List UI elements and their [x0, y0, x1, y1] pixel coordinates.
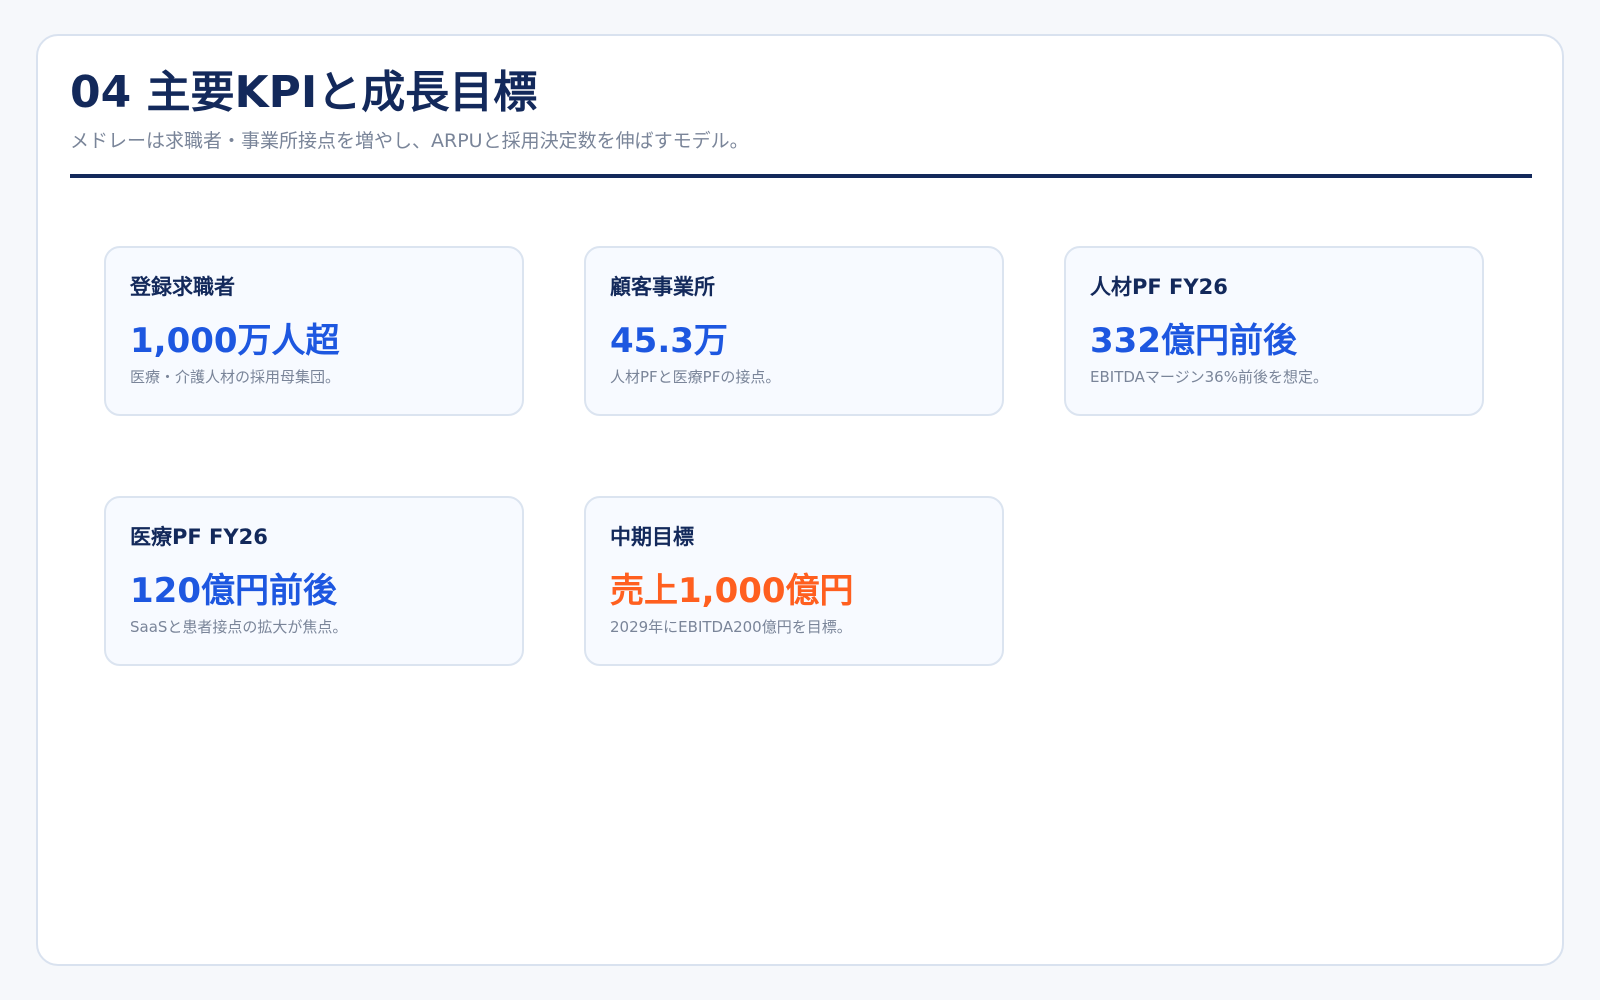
kpi-label: 顧客事業所 [610, 275, 715, 299]
kpi-note: EBITDAマージン36%前後を想定。 [1090, 368, 1328, 386]
kpi-card-medical-platform-fy26: 医療PF FY26 120億円前後 SaaSと患者接点の拡大が焦点。 [104, 496, 524, 666]
kpi-card-registered-jobseekers: 登録求職者 1,000万人超 医療・介護人材の採用母集団。 [104, 246, 524, 416]
kpi-card-client-facilities: 顧客事業所 45.3万 人材PFと医療PFの接点。 [584, 246, 1004, 416]
kpi-label: 人材PF FY26 [1090, 275, 1228, 299]
kpi-note: SaaSと患者接点の拡大が焦点。 [130, 618, 348, 636]
page-title: 04 主要KPIと成長目標 [70, 67, 538, 118]
slide-panel: 04 主要KPIと成長目標 メドレーは求職者・事業所接点を増やし、ARPUと採用… [36, 34, 1564, 966]
kpi-card-hr-platform-fy26: 人材PF FY26 332億円前後 EBITDAマージン36%前後を想定。 [1064, 246, 1484, 416]
slide-header: 04 主要KPIと成長目標 メドレーは求職者・事業所接点を増やし、ARPUと採用… [70, 66, 1532, 154]
kpi-label: 中期目標 [610, 525, 694, 549]
kpi-note: 人材PFと医療PFの接点。 [610, 368, 781, 386]
kpi-value-highlight: 売上1,000億円 [610, 571, 854, 611]
kpi-value: 1,000万人超 [130, 321, 340, 361]
page-subtitle: メドレーは求職者・事業所接点を増やし、ARPUと採用決定数を伸ばすモデル。 [70, 130, 749, 152]
kpi-label: 医療PF FY26 [130, 525, 268, 549]
kpi-card-midterm-target: 中期目標 売上1,000億円 2029年にEBITDA200億円を目標。 [584, 496, 1004, 666]
header-divider [70, 174, 1532, 178]
kpi-value: 120億円前後 [130, 571, 337, 611]
kpi-value: 45.3万 [610, 321, 728, 361]
kpi-note: 医療・介護人材の採用母集団。 [130, 368, 341, 386]
kpi-note: 2029年にEBITDA200億円を目標。 [610, 618, 852, 636]
kpi-value: 332億円前後 [1090, 321, 1297, 361]
kpi-label: 登録求職者 [130, 275, 235, 299]
